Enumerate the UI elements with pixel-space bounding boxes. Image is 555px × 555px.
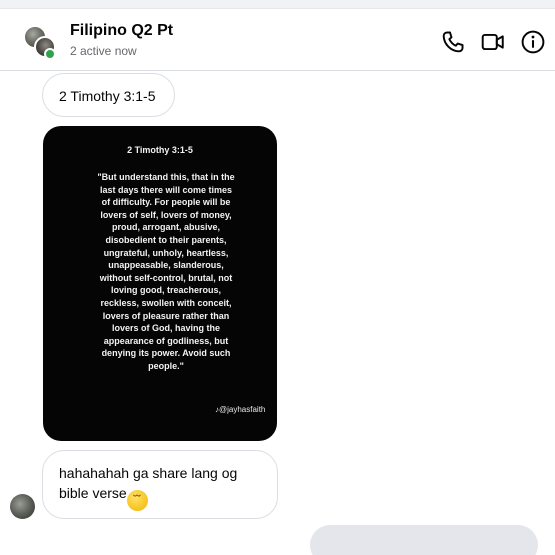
online-status-dot <box>44 48 56 60</box>
chat-header: Filipino Q2 Pt 2 active now <box>0 10 555 71</box>
outgoing-message[interactable] <box>310 525 538 555</box>
grinning-sweat-emoji: ˘˘ <box>126 490 148 511</box>
active-status: 2 active now <box>70 44 137 58</box>
image-attachment[interactable]: 2 Timothy 3:1-5 "But understand this, th… <box>43 126 277 441</box>
group-avatar[interactable] <box>24 26 58 60</box>
avatar[interactable] <box>10 494 35 519</box>
tiktok-watermark: ♪@jayhasfaith <box>215 405 266 414</box>
message-list[interactable]: 2 Timothy 3:1-5 2 Timothy 3:1-5 "But und… <box>0 72 555 555</box>
chat-window: Filipino Q2 Pt 2 active now 2 Timothy 3:… <box>0 0 555 555</box>
phone-icon <box>442 31 464 53</box>
chat-title[interactable]: Filipino Q2 Pt <box>70 22 173 40</box>
top-strip <box>0 0 555 9</box>
video-call-button[interactable] <box>480 29 506 55</box>
incoming-message[interactable]: hahahahah ga share lang og bible verse ˘˘ <box>42 450 278 519</box>
conversation-info-button[interactable] <box>520 29 546 55</box>
message-text: hahahahah ga share lang og bible verse <box>59 465 238 501</box>
message-text: 2 Timothy 3:1-5 <box>59 88 156 104</box>
info-icon <box>521 30 545 54</box>
audio-call-button[interactable] <box>440 29 466 55</box>
image-verse-reference: 2 Timothy 3:1-5 <box>127 145 193 155</box>
video-camera-icon <box>481 33 504 51</box>
image-verse-text: "But understand this, that in the last d… <box>97 172 235 371</box>
incoming-message[interactable]: 2 Timothy 3:1-5 <box>42 73 175 117</box>
